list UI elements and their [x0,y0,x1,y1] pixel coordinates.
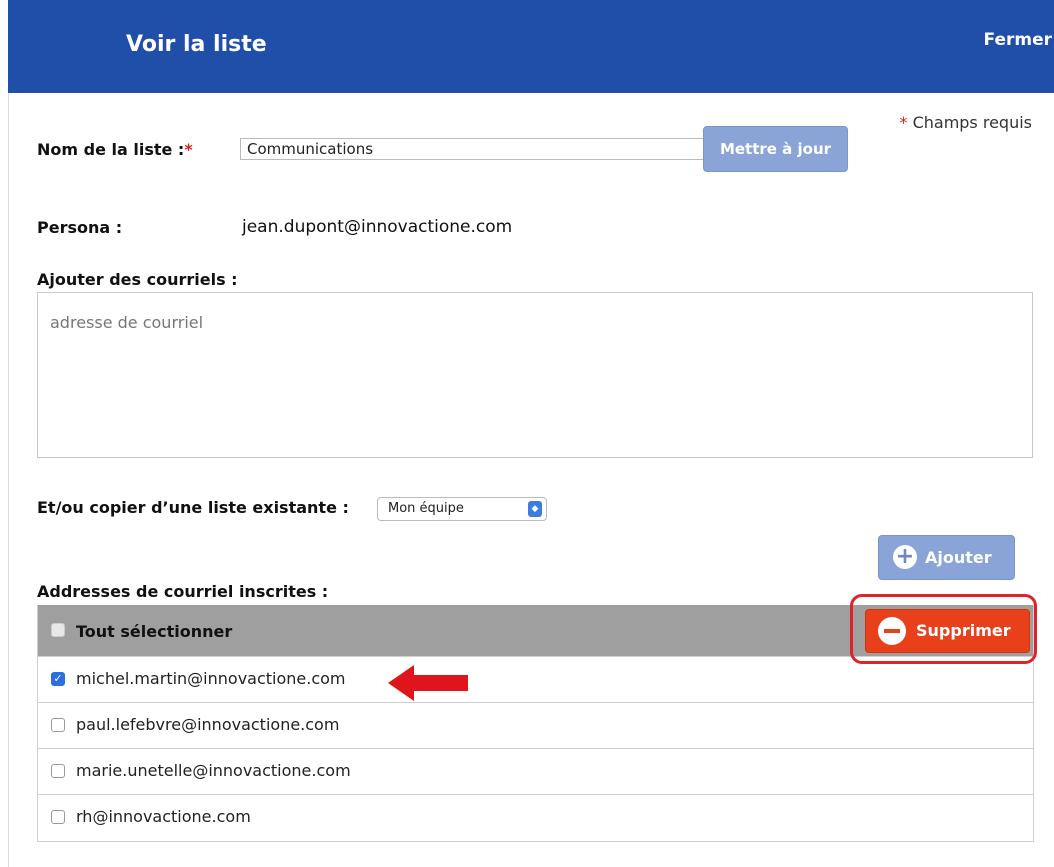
select-all-label: Tout sélectionner [76,622,233,641]
update-button[interactable]: Mettre à jour [703,126,848,172]
copy-list-label: Et/ou copier d’une liste existante : [37,498,349,517]
row-email: paul.lefebvre@innovactione.com [76,715,340,734]
row-email: michel.martin@innovactione.com [76,669,346,688]
list-name-label: Nom de la liste :* [37,140,193,159]
persona-value: jean.dupont@innovactione.com [242,217,513,237]
row-email: marie.unetelle@innovactione.com [76,761,351,780]
table-row: rh@innovactione.com [38,794,1033,840]
row-checkbox[interactable] [51,810,65,824]
close-button[interactable]: Fermer [984,30,1052,50]
select-all-checkbox[interactable] [51,623,65,637]
row-email: rh@innovactione.com [76,807,251,826]
list-name-label-text: Nom de la liste : [37,140,185,159]
required-note-text: Champs requis [907,113,1032,132]
list-name-input[interactable]: Communications [240,138,704,160]
add-button[interactable]: + Ajouter [878,535,1015,580]
copy-list-selected-value: Mon équipe [388,501,464,516]
row-checkbox[interactable] [51,764,65,778]
window-left-edge [0,0,9,867]
required-fields-note: * Champs requis [899,113,1032,132]
delete-button[interactable]: Supprimer [865,609,1030,653]
minus-circle-icon [878,617,906,645]
row-checkbox[interactable] [51,718,65,732]
copy-list-select[interactable]: Mon équipe ◆ [377,497,547,521]
list-name-required-star: * [184,140,193,159]
table-row: marie.unetelle@innovactione.com [38,748,1033,794]
row-checkbox[interactable]: ✓ [51,672,65,686]
table-row: paul.lefebvre@innovactione.com [38,702,1033,748]
dialog-header: Voir la liste Fermer [8,0,1054,93]
delete-button-label: Supprimer [916,621,1011,640]
add-emails-placeholder: adresse de courriel [50,313,204,332]
persona-label: Persona : [37,218,123,237]
add-emails-label: Ajouter des courriels : [37,270,238,289]
add-emails-textarea[interactable]: adresse de courriel [37,292,1033,458]
left-arrow-icon [388,665,468,701]
add-button-label: Ajouter [925,548,992,567]
subscribed-emails-label: Addresses de courriel inscrites : [37,582,329,601]
dialog-title: Voir la liste [126,32,267,57]
plus-circle-icon: + [893,545,917,569]
select-arrows-icon: ◆ [528,501,542,517]
